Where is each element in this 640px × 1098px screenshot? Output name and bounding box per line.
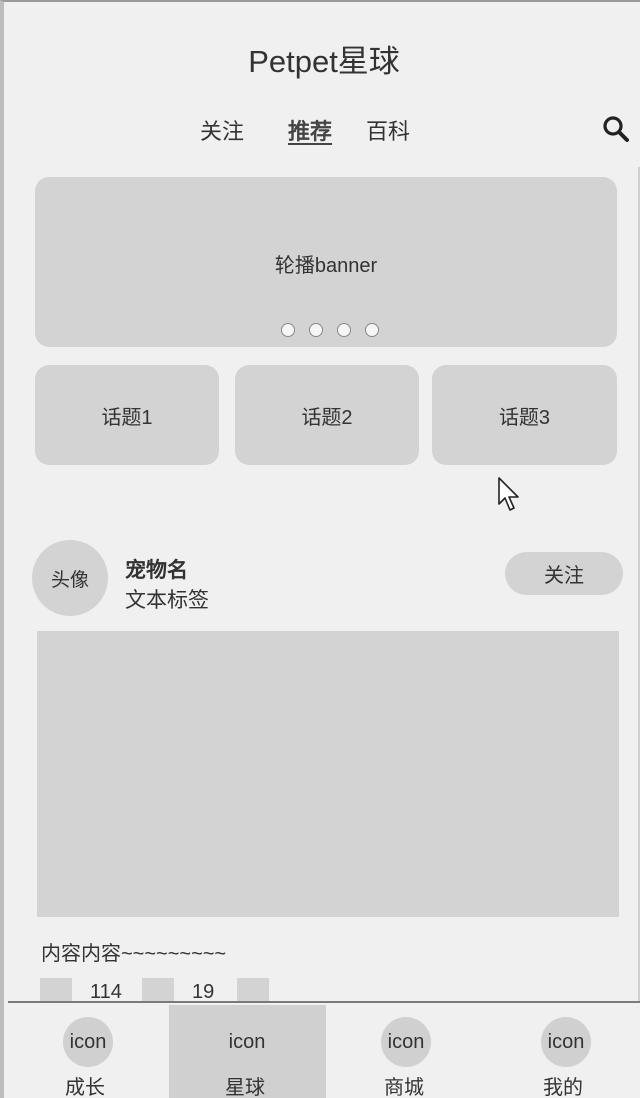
share-icon[interactable]	[237, 978, 269, 1003]
carousel-dot[interactable]	[337, 323, 351, 337]
follow-button[interactable]: 关注	[505, 552, 623, 595]
tab-planet-label: 星球	[225, 1077, 265, 1098]
pet-tag: 文本标签	[125, 589, 209, 612]
banner-label: 轮播banner	[274, 255, 378, 277]
app-title: Petpet星球	[248, 44, 400, 79]
tab-encyclopedia[interactable]: 百科	[366, 114, 410, 146]
tab-growth-label: 成长	[65, 1077, 105, 1098]
pet-name[interactable]: 宠物名	[125, 554, 188, 584]
planet-icon: icon	[228, 1030, 266, 1053]
carousel-dot[interactable]	[281, 323, 295, 337]
tab-mall[interactable]: icon 商城	[326, 1005, 486, 1098]
like-icon[interactable]	[40, 978, 72, 1003]
bottom-tab-bar: icon 成长 icon 星球 icon 商城 icon 我的	[8, 1001, 640, 1098]
tab-planet[interactable]: icon 星球	[169, 1005, 326, 1098]
comment-icon[interactable]	[142, 978, 174, 1003]
topic-card-3[interactable]: 话题3	[432, 365, 617, 465]
mall-icon: icon	[381, 1017, 431, 1067]
carousel-dot[interactable]	[365, 323, 379, 337]
mine-icon: icon	[541, 1017, 591, 1067]
top-tabs: 关注 推荐 百科	[4, 114, 640, 146]
app-screen: Petpet星球 关注 推荐 百科 轮播banner 话题1 话题2 话题3 头…	[0, 0, 640, 1098]
mouse-pointer-icon	[498, 477, 519, 511]
topic-card-1[interactable]: 话题1	[35, 365, 219, 465]
banner-carousel[interactable]: 轮播banner	[35, 177, 617, 347]
tab-growth[interactable]: icon 成长	[8, 1005, 168, 1098]
post-content: 内容内容~~~~~~~~~	[41, 943, 227, 965]
tab-mine-label: 我的	[543, 1077, 583, 1098]
tab-mall-label: 商城	[384, 1077, 424, 1098]
tab-recommend[interactable]: 推荐	[288, 114, 332, 146]
avatar[interactable]: 头像	[32, 540, 108, 616]
tab-mine[interactable]: icon 我的	[486, 1005, 640, 1098]
carousel-indicators	[281, 323, 379, 337]
carousel-dot[interactable]	[309, 323, 323, 337]
growth-icon: icon	[63, 1017, 113, 1067]
search-button[interactable]	[601, 114, 631, 144]
tab-follow[interactable]: 关注	[200, 114, 244, 146]
topic-card-2[interactable]: 话题2	[235, 365, 419, 465]
post-image[interactable]	[37, 631, 619, 917]
search-icon	[603, 116, 629, 142]
